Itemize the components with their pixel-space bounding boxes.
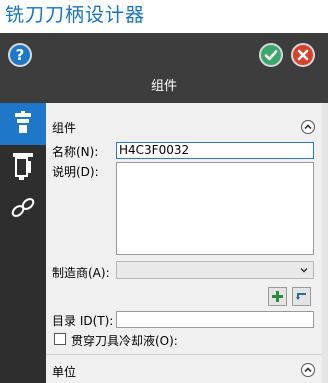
manufacturer-select[interactable] <box>116 261 314 279</box>
help-button[interactable]: ? <box>8 43 32 67</box>
description-label: 说明(D): <box>52 165 99 179</box>
collapse-component-button[interactable] <box>301 120 315 134</box>
form-panel: 组件 名称(N): H4C3F0032 说明(D): 制造商(A): 目录 ID… <box>46 103 328 383</box>
collapse-units-button[interactable] <box>301 363 315 377</box>
add-manufacturer-button[interactable] <box>268 287 287 306</box>
plus-icon <box>272 291 283 302</box>
description-field[interactable] <box>116 162 314 255</box>
chevron-up-icon <box>304 124 312 130</box>
check-icon <box>264 50 278 61</box>
section-divider <box>46 354 322 355</box>
sidebar-tab-assembly[interactable] <box>0 145 46 187</box>
dialog-header: ? 组件 <box>0 33 328 103</box>
sidebar <box>0 103 46 383</box>
app-title: 铣刀刀柄设计器 <box>0 0 328 33</box>
name-field[interactable]: H4C3F0032 <box>116 142 314 159</box>
sidebar-tab-connections[interactable] <box>0 187 46 229</box>
chevron-up-icon <box>304 367 312 373</box>
catalog-id-label: 目录 ID(T): <box>52 314 114 328</box>
name-label: 名称(N): <box>52 145 99 159</box>
section-title-units: 单位 <box>52 365 77 379</box>
header-title: 组件 <box>150 79 177 94</box>
section-title-component: 组件 <box>52 121 77 135</box>
manufacturer-label: 制造商(A): <box>52 266 110 280</box>
close-icon <box>297 49 309 61</box>
cancel-button[interactable] <box>291 43 315 67</box>
chevron-down-icon <box>300 268 308 273</box>
tool-assembly-icon <box>13 153 33 180</box>
coolant-checkbox[interactable] <box>54 333 66 345</box>
sidebar-tab-holder[interactable] <box>0 103 46 145</box>
tool-holder-icon <box>15 111 31 133</box>
undo-manufacturer-button[interactable] <box>292 287 311 306</box>
undo-icon <box>296 293 306 300</box>
scrollbar[interactable] <box>322 103 328 383</box>
ok-button[interactable] <box>259 43 283 67</box>
link-icon <box>11 198 35 217</box>
coolant-label: 贯穿刀具冷却液(O): <box>71 334 178 348</box>
question-icon: ? <box>15 46 25 64</box>
catalog-id-field[interactable] <box>116 311 314 328</box>
